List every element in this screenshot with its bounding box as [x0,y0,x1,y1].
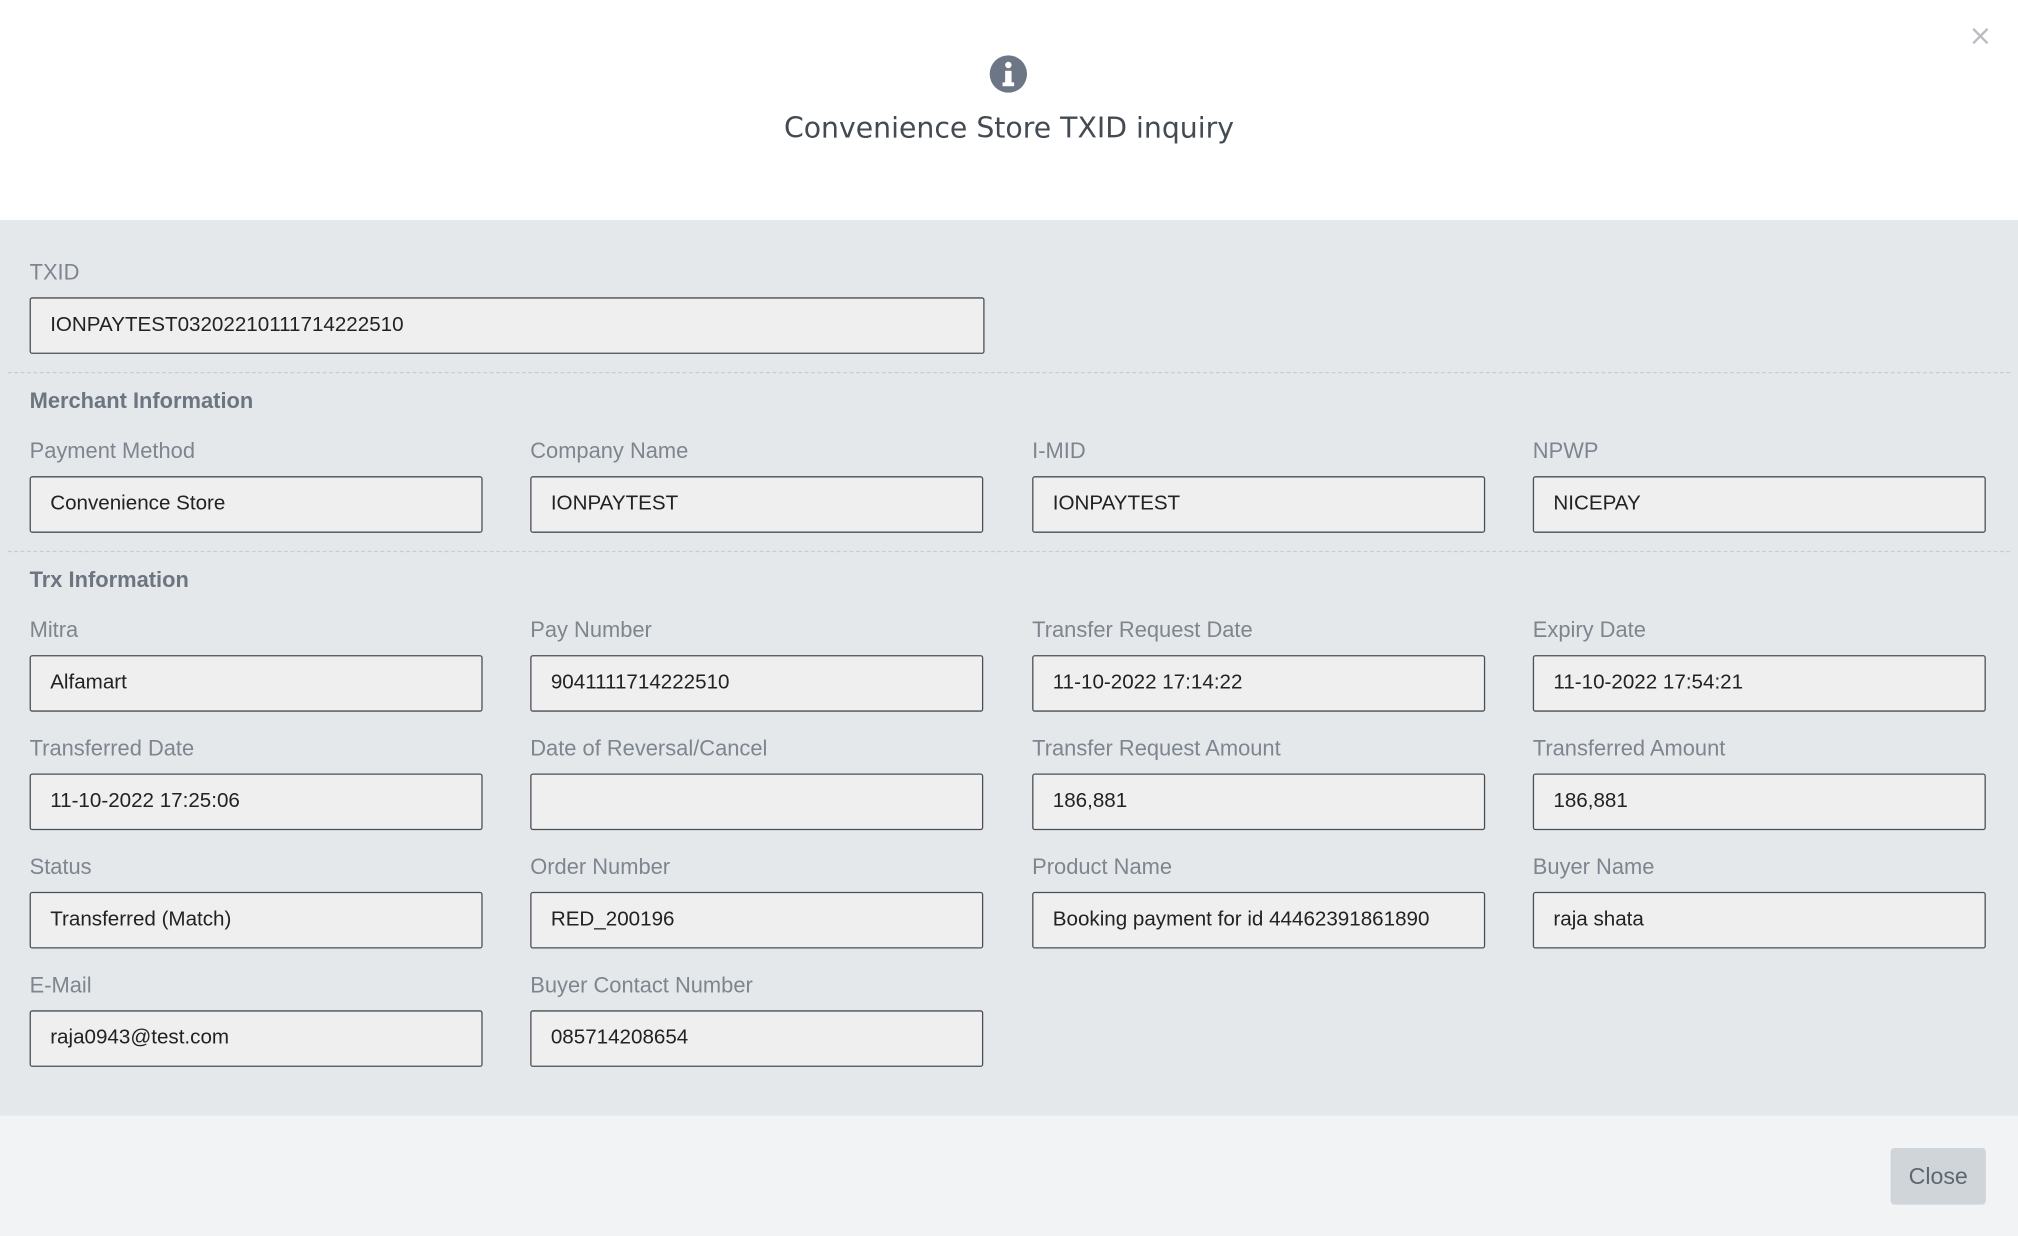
dialog-header: × Convenience Store TXID inquiry [0,0,2018,221]
transfer-request-date-label: Transfer Request Date [1032,617,1253,643]
transfer-request-amount-label: Transfer Request Amount [1032,736,1281,761]
transferred-date-label: Transferred Date [29,736,195,761]
dialog-title: Convenience Store TXID inquiry [783,113,1235,146]
status-label: Status [29,854,92,880]
close-button[interactable]: Close [1890,1147,1986,1205]
dialog-footer [0,1115,2018,1236]
txid-label: TXID [29,259,80,285]
npwp-label: NPWP [1532,438,1599,464]
company-name-label: Company Name [530,438,689,464]
order-number-label: Order Number [530,854,671,880]
date-of-reversal-cancel-field[interactable] [530,773,984,831]
merchant-information-heading: Merchant Information [29,388,254,414]
order-number-field[interactable]: RED_200196 [530,891,984,949]
pay-number-field[interactable]: 9041111714222510 [530,655,984,712]
transferred-amount-field[interactable]: 186,881 [1532,773,1986,831]
npwp-field[interactable]: NICEPAY [1532,476,1986,533]
transferred-amount-label: Transferred Amount [1532,736,1726,761]
buyer-contact-number-field[interactable]: 085714208654 [530,1010,984,1067]
payment-method-label: Payment Method [29,438,195,464]
payment-method-field[interactable]: Convenience Store [29,476,483,533]
company-name-field[interactable]: IONPAYTEST [530,476,984,533]
status-field[interactable]: Transferred (Match) [29,891,483,949]
date-of-reversal-cancel-label: Date of Reversal/Cancel [530,736,768,761]
close-icon[interactable]: × [1969,23,1993,51]
info-icon [989,55,1028,93]
product-name-label: Product Name [1032,854,1173,880]
i-mid-field[interactable]: IONPAYTEST [1032,476,1486,533]
buyer-name-label: Buyer Name [1532,854,1655,880]
e-mail-label: E-Mail [29,972,92,998]
expiry-date-label: Expiry Date [1532,617,1646,643]
i-mid-label: I-MID [1032,438,1086,464]
buyer-contact-number-label: Buyer Contact Number [530,972,753,998]
divider [7,550,2011,553]
transfer-request-amount-field[interactable]: 186,881 [1032,773,1486,831]
mitra-label: Mitra [29,617,79,643]
trx-information-heading: Trx Information [29,567,189,593]
transfer-request-date-field[interactable]: 11-10-2022 17:14:22 [1032,655,1486,712]
txid-field[interactable]: IONPAYTEST03202210111714222510 [29,297,985,354]
buyer-name-field[interactable]: raja shata [1532,891,1986,949]
product-name-field[interactable]: Booking payment for id 44462391861890 [1032,891,1486,949]
mitra-field[interactable]: Alfamart [29,655,483,712]
pay-number-label: Pay Number [530,617,652,643]
expiry-date-field[interactable]: 11-10-2022 17:54:21 [1532,655,1986,712]
divider [7,371,2011,374]
txid-inquiry-dialog: × Convenience Store TXID inquiry TXID IO… [0,0,2018,1236]
transferred-date-field[interactable]: 11-10-2022 17:25:06 [29,773,483,831]
e-mail-field[interactable]: raja0943@test.com [29,1010,483,1067]
